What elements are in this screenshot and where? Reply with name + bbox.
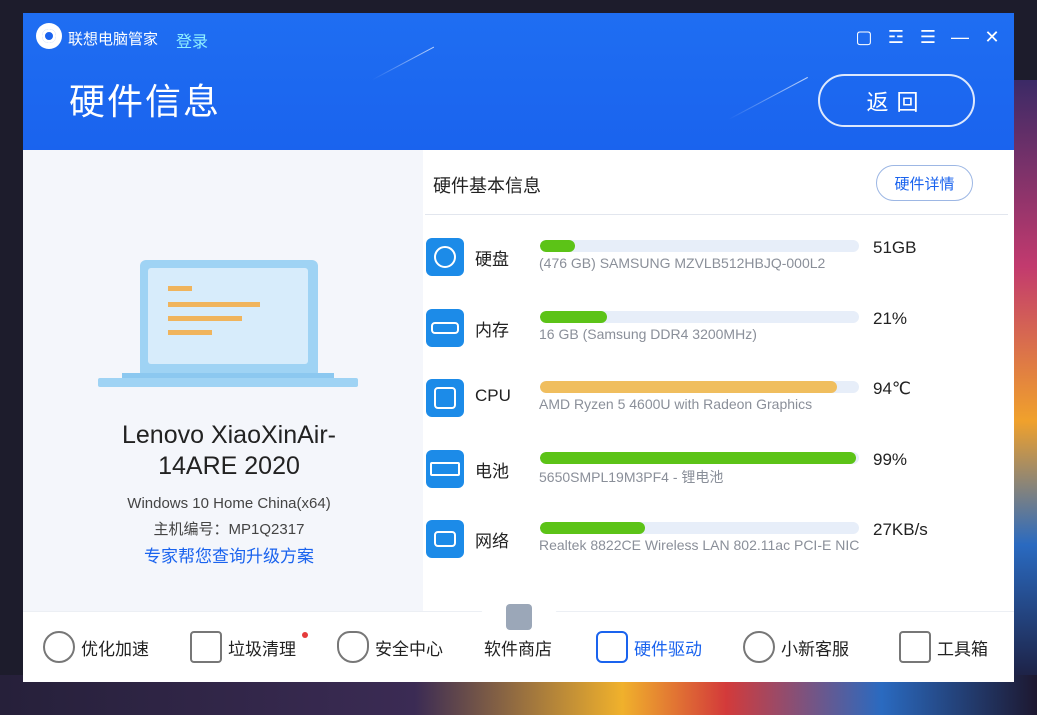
usage-bar: [540, 522, 859, 534]
hardware-info-panel: 硬件基本信息 硬件详情 硬盘 (476 GB) SAMSUNG MZVLB512…: [423, 150, 1014, 611]
nav-label: 软件商店: [484, 639, 552, 659]
nav-toolbox[interactable]: 工具箱: [899, 630, 988, 664]
window-controls: ▢ ☲ ☰ — ✕: [852, 25, 1004, 49]
hardware-value: 51GB: [873, 238, 917, 257]
network-icon: [426, 520, 464, 558]
divider: [425, 214, 1008, 215]
nav-label: 安全中心: [375, 639, 443, 659]
feedback-icon[interactable]: ▢: [852, 25, 876, 49]
serial-number: 主机编号：MP1Q2317: [153, 521, 305, 538]
hardware-row: 硬盘 (476 GB) SAMSUNG MZVLB512HBJQ-000L2 5…: [423, 236, 1014, 296]
usage-bar: [540, 381, 859, 393]
hardware-name: 硬盘: [475, 250, 509, 269]
header-bar: 联想电脑管家 登录 ▢ ☲ ☰ — ✕ 硬件信息 返回: [23, 13, 1014, 150]
menu-icon[interactable]: ☰: [916, 25, 940, 49]
device-model-line1: Lenovo XiaoXinAir-: [121, 421, 336, 449]
nav-label: 优化加速: [81, 639, 149, 659]
minimize-icon[interactable]: —: [948, 25, 972, 49]
hardware-desc: Realtek 8822CE Wireless LAN 802.11ac PCI…: [539, 537, 860, 553]
shield-icon: [337, 631, 369, 663]
nav-label: 小新客服: [781, 639, 849, 659]
store-bag-icon: [506, 604, 532, 630]
nav-support[interactable]: 小新客服: [743, 630, 849, 664]
hardware-desc: 16 GB (Samsung DDR4 3200MHz): [539, 326, 757, 342]
hardware-desc: AMD Ryzen 5 4600U with Radeon Graphics: [539, 396, 813, 412]
skin-icon[interactable]: ☲: [884, 25, 908, 49]
trash-icon: [190, 631, 222, 663]
usage-bar: [540, 311, 859, 323]
bottom-nav: 优化加速 垃圾清理 安全中心 软件商店 硬件驱动 小新客服 工具箱: [23, 592, 1014, 682]
login-link[interactable]: 登录: [176, 28, 208, 52]
nav-label: 垃圾清理: [228, 639, 296, 659]
hardware-details-button[interactable]: 硬件详情: [876, 165, 973, 201]
nav-cleanup[interactable]: 垃圾清理: [190, 630, 296, 664]
hardware-driver-icon: [596, 631, 628, 663]
section-title: 硬件基本信息: [433, 176, 541, 196]
hard-disk-icon: [426, 238, 464, 276]
hardware-value: 21%: [873, 309, 908, 328]
close-icon[interactable]: ✕: [980, 25, 1004, 49]
page-title: 硬件信息: [69, 81, 222, 122]
nav-optimize[interactable]: 优化加速: [43, 630, 149, 664]
hardware-name: CPU: [475, 386, 511, 405]
hardware-desc: (476 GB) SAMSUNG MZVLB512HBJQ-000L2: [539, 255, 826, 271]
usage-bar: [540, 240, 859, 252]
os-version: Windows 10 Home China(x64): [127, 495, 331, 512]
app-name: 联想电脑管家: [68, 31, 159, 48]
battery-icon: [426, 450, 464, 488]
hardware-name: 电池: [475, 462, 509, 481]
speedometer-icon: [43, 631, 75, 663]
nav-hardware[interactable]: 硬件驱动: [596, 630, 702, 664]
hardware-value: 27KB/s: [873, 520, 928, 539]
upgrade-plan-link[interactable]: 专家帮您查询升级方案: [23, 542, 435, 567]
hardware-row: 电池 5650SMPL19M3PF4 - 锂电池 99%: [423, 448, 1014, 508]
headset-icon: [743, 631, 775, 663]
notification-dot: [302, 632, 308, 638]
cpu-icon: [426, 379, 464, 417]
usage-bar: [540, 452, 859, 464]
hardware-desc: 5650SMPL19M3PF4 - 锂电池: [539, 469, 724, 485]
toolbox-icon: [899, 631, 931, 663]
hardware-name: 内存: [475, 321, 509, 340]
lenovo-logo-icon: [36, 23, 62, 49]
hardware-value: 99%: [873, 450, 908, 469]
nav-store[interactable]: 软件商店: [484, 630, 552, 664]
hardware-value: 94℃: [873, 379, 912, 398]
device-summary-panel: Lenovo XiaoXinAir- 14ARE 2020 Windows 10…: [23, 150, 423, 611]
nav-label: 工具箱: [937, 639, 988, 659]
laptop-icon: [98, 260, 358, 390]
device-model-line2: 14ARE 2020: [158, 452, 300, 480]
app-window: 联想电脑管家 登录 ▢ ☲ ☰ — ✕ 硬件信息 返回 Lenovo XiaoX…: [23, 13, 1014, 682]
back-button[interactable]: 返回: [818, 74, 975, 127]
nav-label: 硬件驱动: [634, 639, 702, 659]
hardware-row: CPU AMD Ryzen 5 4600U with Radeon Graphi…: [423, 377, 1014, 437]
hardware-row: 网络 Realtek 8822CE Wireless LAN 802.11ac …: [423, 518, 1014, 578]
device-model: Lenovo XiaoXinAir- 14ARE 2020: [23, 420, 435, 482]
hardware-name: 网络: [475, 532, 509, 551]
nav-security[interactable]: 安全中心: [337, 630, 443, 664]
hardware-row: 内存 16 GB (Samsung DDR4 3200MHz) 21%: [423, 307, 1014, 367]
memory-icon: [426, 309, 464, 347]
